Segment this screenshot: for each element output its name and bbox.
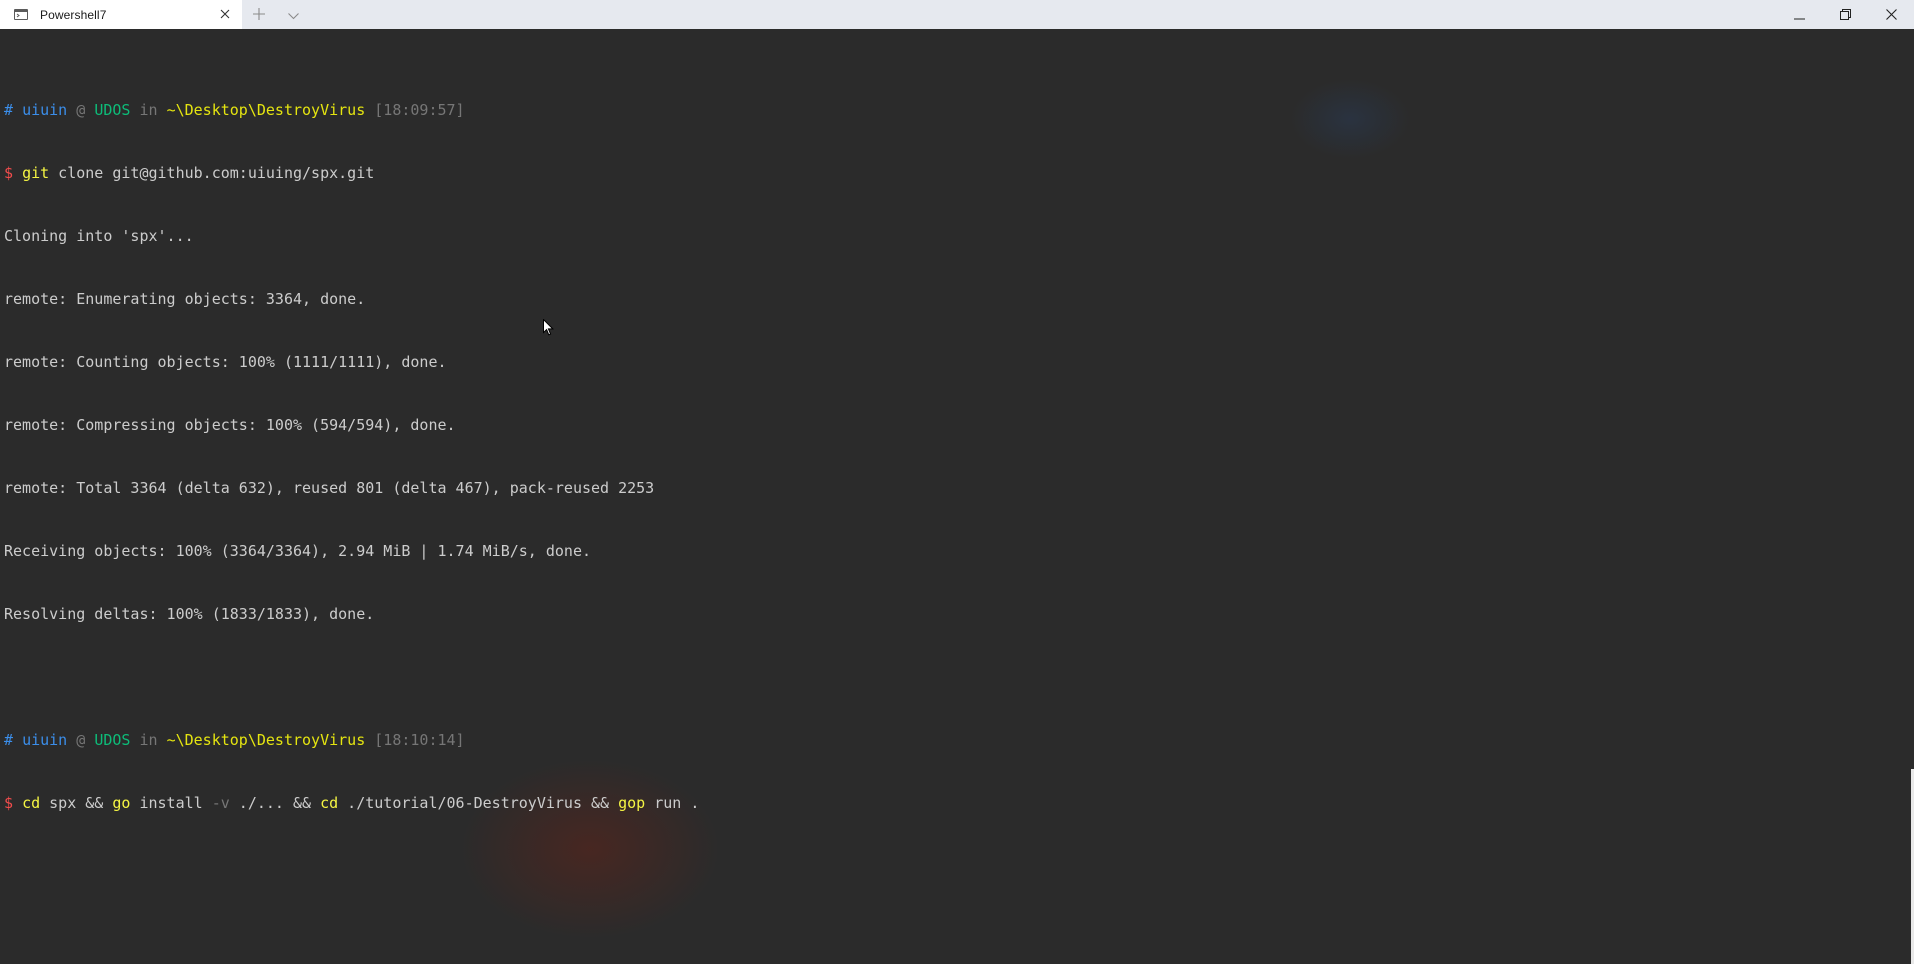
prompt-hash: # [4,731,14,749]
prompt-line: # uiuin @ UDOS in ~\Desktop\DestroyVirus… [4,730,699,751]
tab-powershell7[interactable]: Powershell7 [0,0,242,29]
command-line[interactable]: $ cd spx && go install -v ./... && cd ./… [4,793,699,814]
command-args: ./... && [229,794,321,812]
title-bar: Powershell7 [0,0,1914,29]
chevron-down-icon [287,5,299,24]
prompt-user: uiuin [22,101,68,119]
prompt-line: # uiuin @ UDOS in ~\Desktop\DestroyVirus… [4,100,699,121]
prompt-time: [18:09:57] [374,101,465,119]
terminal-window: Powershell7 # uiuin @ UDOS in ~\Desktop\… [0,0,1914,964]
command-name: go [112,794,131,812]
output-line: remote: Enumerating objects: 3364, done. [4,290,366,308]
close-tab-icon[interactable] [218,7,232,21]
output-line: Receiving objects: 100% (3364/3364), 2.9… [4,542,591,560]
tab-title: Powershell7 [40,7,107,22]
background-blur [1290,79,1410,159]
restore-button[interactable] [1822,0,1868,29]
close-icon [1885,5,1897,24]
prompt-host: UDOS [94,731,131,749]
output-line: remote: Compressing objects: 100% (594/5… [4,416,456,434]
output-line: Cloning into 'spx'... [4,227,194,245]
terminal-output: # uiuin @ UDOS in ~\Desktop\DestroyVirus… [4,58,699,856]
minimize-button[interactable] [1776,0,1822,29]
minimize-icon [1793,5,1805,24]
mouse-pointer-icon [543,318,554,340]
prompt-dollar: $ [4,794,14,812]
command-line: $ git clone git@github.com:uiuing/spx.gi… [4,163,699,184]
command-args: run . [645,794,700,812]
command-name: cd [22,794,41,812]
command-args: ./tutorial/06-DestroyVirus && [338,794,619,812]
command-args: clone git@github.com:uiuing/spx.git [49,164,375,182]
output-line: remote: Total 3364 (delta 632), reused 8… [4,479,655,497]
terminal-pane[interactable]: # uiuin @ UDOS in ~\Desktop\DestroyVirus… [0,29,1914,964]
terminal-icon [14,9,28,20]
command-flag: -v [211,794,230,812]
output-line: Resolving deltas: 100% (1833/1833), done… [4,605,375,623]
prompt-at: @ [76,731,86,749]
restore-icon [1839,5,1851,24]
prompt-host: UDOS [94,101,131,119]
new-tab-button[interactable] [242,0,276,29]
prompt-hash: # [4,101,14,119]
command-name: gop [618,794,646,812]
close-window-button[interactable] [1868,0,1914,29]
command-name: git [22,164,50,182]
command-args: install [130,794,212,812]
prompt-in: in [139,101,158,119]
command-name: cd [320,794,339,812]
plus-icon [253,5,265,24]
output-line: remote: Counting objects: 100% (1111/111… [4,353,447,371]
prompt-time: [18:10:14] [374,731,465,749]
command-args: spx && [40,794,113,812]
prompt-in: in [139,731,158,749]
prompt-at: @ [76,101,86,119]
prompt-dollar: $ [4,164,14,182]
prompt-path: ~\Desktop\DestroyVirus [166,101,366,119]
prompt-path: ~\Desktop\DestroyVirus [166,731,366,749]
prompt-user: uiuin [22,731,68,749]
tab-dropdown-button[interactable] [276,0,310,29]
